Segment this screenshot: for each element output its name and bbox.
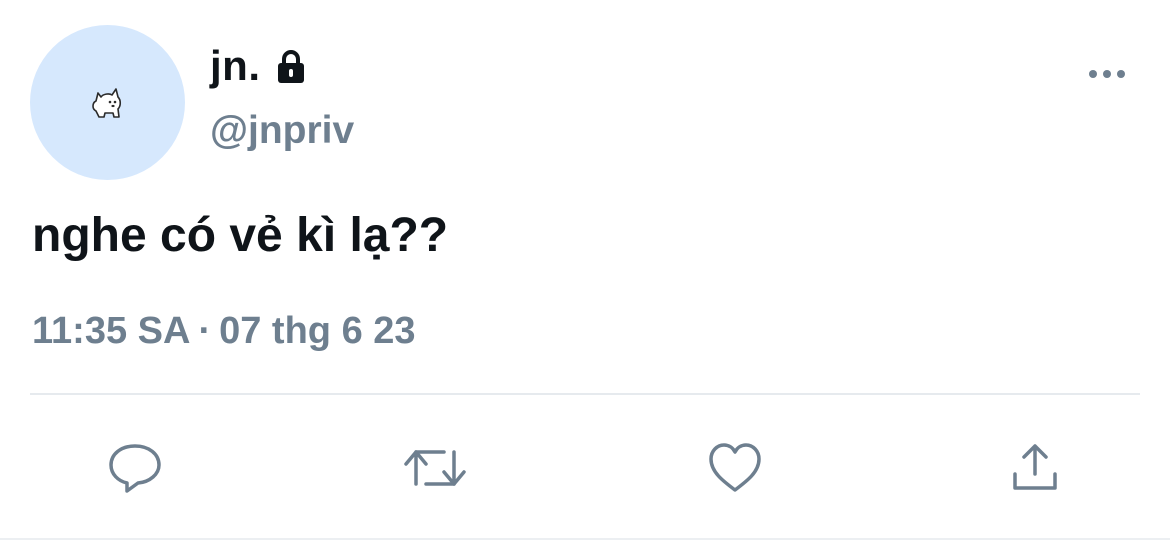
author-name-row: jn. [210,38,311,94]
more-icon [1089,70,1125,78]
retweet-button[interactable] [400,433,470,503]
retweet-icon [404,450,466,486]
user-handle[interactable]: @jnpriv [210,108,354,155]
lock-icon [271,47,311,87]
avatar[interactable] [30,25,185,180]
share-icon [1013,444,1057,490]
tweet-date: 07 thg 6 23 [219,310,416,352]
tweet-text: nghe có vẻ kì lạ?? [32,209,449,262]
separator: · [198,310,212,352]
dog-avatar-icon [91,87,121,118]
heart-icon [709,443,761,492]
bottom-divider [0,538,1170,540]
more-button[interactable] [1082,58,1132,90]
reply-button[interactable] [100,433,170,503]
display-name[interactable]: jn. [210,45,261,87]
share-button[interactable] [1000,433,1070,503]
tweet-time: 11:35 SA [32,310,191,352]
timestamp-row[interactable]: 11:35 SA · 07 thg 6 23 [32,309,416,355]
like-button[interactable] [700,433,770,503]
reply-icon [109,444,161,493]
divider [30,393,1140,395]
